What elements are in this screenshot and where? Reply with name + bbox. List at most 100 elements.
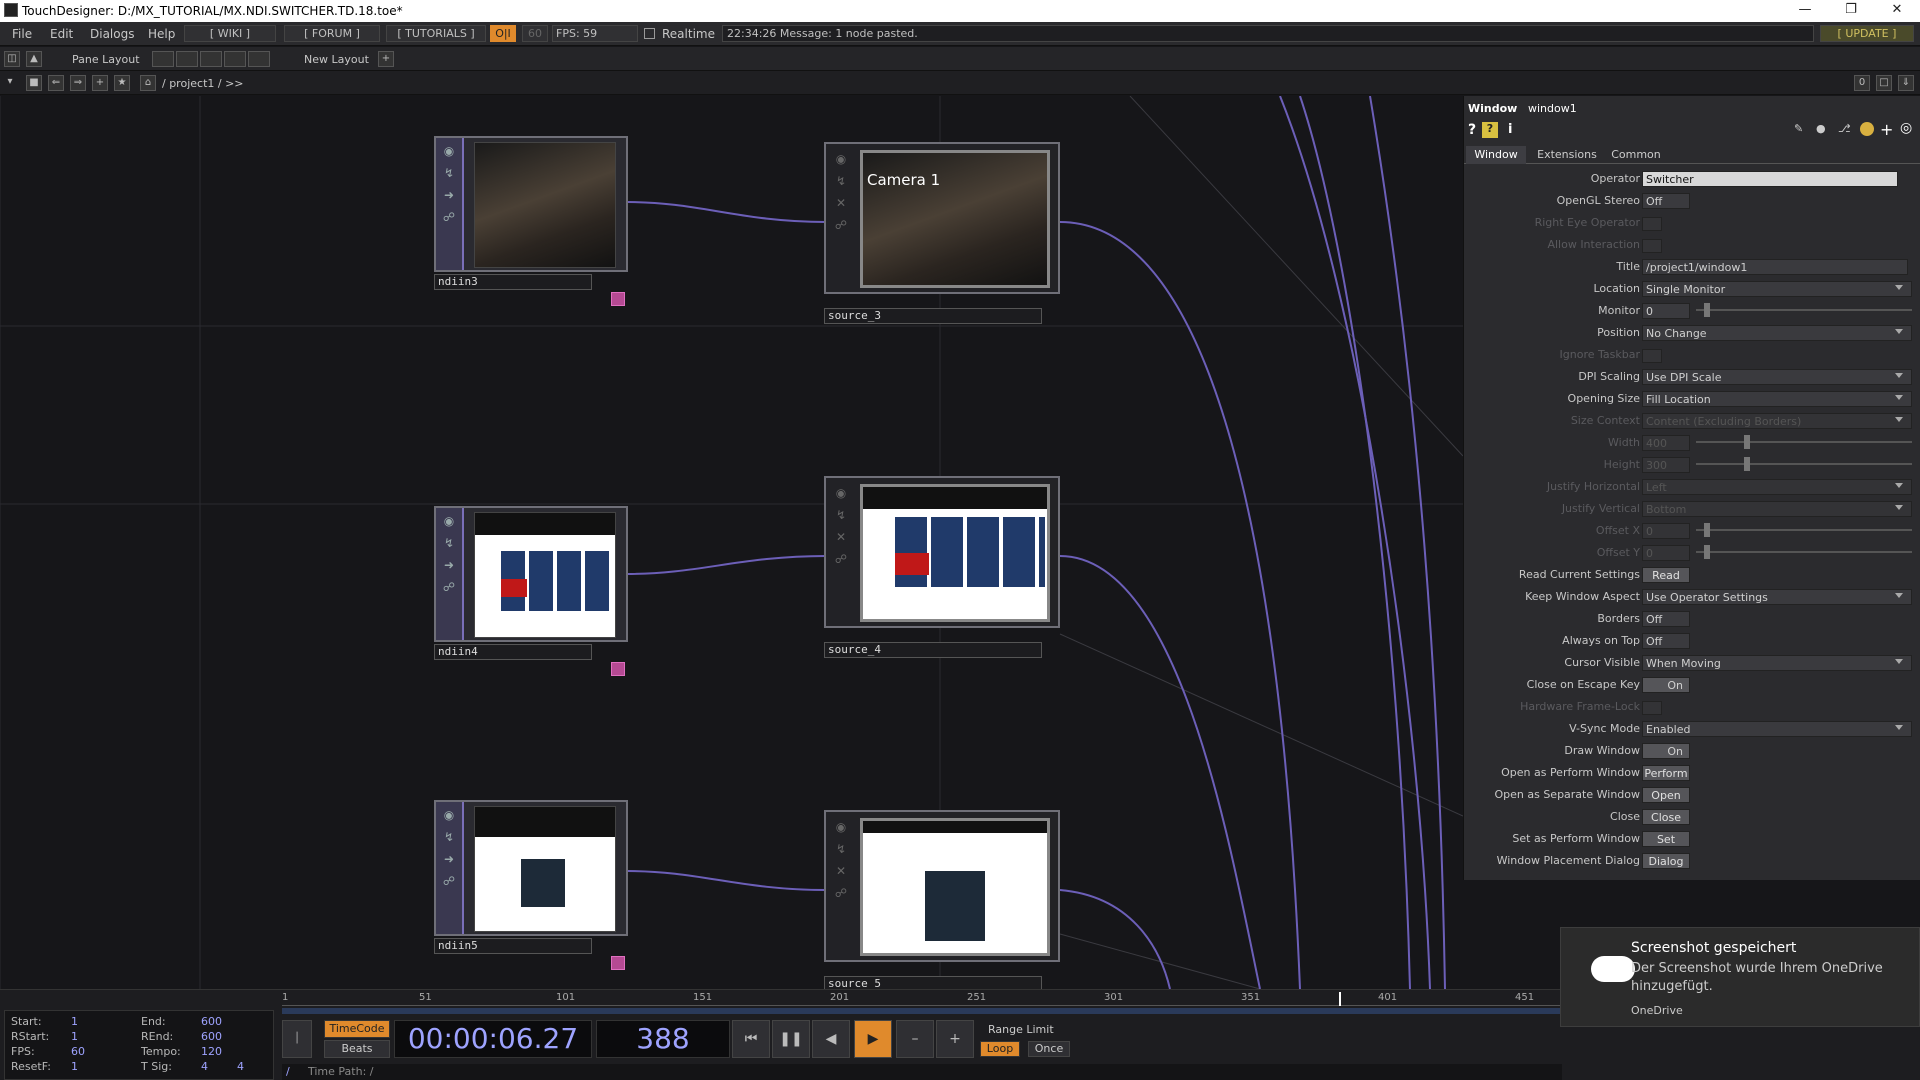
param-checkbox[interactable] [1642, 349, 1662, 363]
param-dropdown[interactable]: When Moving [1642, 655, 1912, 671]
layout-split-h-icon[interactable] [200, 51, 222, 67]
tsig-b[interactable]: 4 [237, 1060, 244, 1073]
param-field[interactable]: /project1/window1 [1642, 259, 1908, 275]
param-slider[interactable] [1696, 303, 1912, 317]
help-icon[interactable]: ? [1468, 122, 1476, 138]
lock-icon[interactable]: ☍ [440, 872, 458, 890]
viewer-icon[interactable]: ◉ [832, 818, 850, 836]
close-icon[interactable]: ✕ [832, 194, 850, 212]
ndiin5-node[interactable]: ◉ ↯ ➜ ☍ [434, 800, 628, 936]
op-name[interactable]: window1 [1528, 102, 1577, 115]
param-button[interactable]: Dialog [1642, 853, 1690, 869]
onedrive-toast[interactable]: Screenshot gespeichert Der Screenshot wu… [1560, 927, 1920, 1027]
restore-button[interactable]: ❐ [1828, 0, 1874, 22]
home-pane-icon[interactable]: ▲ [26, 51, 42, 67]
param-checkbox[interactable] [1642, 217, 1662, 231]
param-toggle[interactable]: Off [1642, 633, 1690, 649]
layout-single-icon[interactable] [152, 51, 174, 67]
param-slider[interactable] [1696, 435, 1912, 449]
pause-icon[interactable]: ❚❚ [772, 1020, 810, 1058]
bypass-icon[interactable]: ↯ [832, 506, 850, 524]
param-number[interactable]: 0 [1642, 523, 1690, 539]
menu-edit[interactable]: Edit [50, 27, 73, 41]
add-icon[interactable]: + [1880, 120, 1893, 139]
bypass-icon[interactable]: ↯ [440, 164, 458, 182]
param-toggle[interactable]: Off [1642, 193, 1690, 209]
python-icon[interactable] [1860, 122, 1874, 136]
fps-value[interactable]: 60 [71, 1045, 85, 1058]
param-toggle[interactable]: On [1642, 743, 1690, 759]
source-5-label[interactable]: source_5 [824, 976, 1042, 989]
breadcrumb[interactable]: / project1 / >> [162, 77, 244, 90]
once-toggle[interactable]: Once [1028, 1041, 1070, 1057]
slider-knob[interactable] [1704, 545, 1710, 559]
info-icon[interactable]: i [1508, 122, 1512, 137]
param-toggle[interactable]: On [1642, 677, 1690, 693]
step-back-icon[interactable]: ◀ [812, 1020, 850, 1058]
download-icon[interactable]: ⇓ [1898, 75, 1914, 91]
param-button[interactable]: Set [1642, 831, 1690, 847]
timeline-ruler[interactable]: 1 51 101 151 201 251 301 351 401 451 [282, 992, 1562, 1006]
bypass-icon[interactable]: ↯ [832, 172, 850, 190]
beats-toggle[interactable]: Beats [324, 1040, 390, 1058]
playhead[interactable] [1339, 992, 1341, 1006]
display-icon[interactable]: ➜ [440, 556, 458, 574]
chevron-down-icon[interactable]: ▾ [2, 75, 18, 91]
source-5-node[interactable]: ◉ ↯ ✕ ☍ [824, 810, 1060, 962]
pane-icon[interactable]: ◫ [4, 51, 20, 67]
rstart-value[interactable]: 1 [71, 1030, 78, 1043]
menu-file[interactable]: File [12, 27, 32, 41]
play-icon[interactable]: ▶ [854, 1020, 892, 1058]
rewind-icon[interactable]: ⏮ [732, 1020, 770, 1058]
target-icon[interactable]: ◎ [1900, 120, 1912, 136]
forum-link[interactable]: [ FORUM ] [284, 25, 380, 42]
viewer-icon[interactable]: ◉ [440, 806, 458, 824]
param-dropdown[interactable]: Content (Excluding Borders) [1642, 413, 1912, 429]
network-editor[interactable]: ◉ ↯ ➜ ☍ ndiin3 ◉ ↯ ➜ ☍ ndiin4 ◉ ↯ ➜ ☍ nd… [0, 96, 1463, 989]
source-4-node[interactable]: ◉ ↯ ✕ ☍ [824, 476, 1060, 628]
plus-icon[interactable]: + [936, 1020, 974, 1058]
home-icon[interactable]: ⌂ [140, 75, 156, 91]
ndiin3-node[interactable]: ◉ ↯ ➜ ☍ [434, 136, 628, 272]
menu-help[interactable]: Help [148, 27, 175, 41]
viewer-icon[interactable]: ◉ [440, 142, 458, 160]
stop-icon[interactable]: ■ [26, 75, 42, 91]
close-icon[interactable]: ✕ [832, 862, 850, 880]
back-icon[interactable]: ⇐ [48, 75, 64, 91]
param-slider[interactable] [1696, 457, 1912, 471]
param-slider[interactable] [1696, 523, 1912, 537]
param-dropdown[interactable]: Enabled [1642, 721, 1912, 737]
start-value[interactable]: 1 [71, 1015, 78, 1028]
rend-value[interactable]: 600 [201, 1030, 222, 1043]
ndiin3-flag-icon[interactable] [611, 292, 625, 306]
source-3-label[interactable]: source_3 [824, 308, 1042, 324]
new-layout-label[interactable]: New Layout [304, 53, 369, 66]
lock-icon[interactable]: ☍ [832, 884, 850, 902]
tutorials-link[interactable]: [ TUTORIALS ] [386, 25, 486, 42]
pencil-icon[interactable]: ✎ [1794, 122, 1803, 135]
param-button[interactable]: Perform [1642, 765, 1690, 781]
slider-knob[interactable] [1704, 523, 1710, 537]
param-button[interactable]: Close [1642, 809, 1690, 825]
param-dropdown[interactable]: Use DPI Scale [1642, 369, 1912, 385]
close-icon[interactable]: ✕ [832, 528, 850, 546]
add-layout-icon[interactable]: + [378, 51, 394, 67]
tab-window[interactable]: Window [1466, 146, 1526, 164]
timeline-expand-icon[interactable]: │ [282, 1020, 312, 1058]
source-3-node[interactable]: ◉ ↯ ✕ ☍ Camera 1 [824, 142, 1060, 294]
display-icon[interactable]: ➜ [440, 186, 458, 204]
layout-split-v-icon[interactable] [176, 51, 198, 67]
forward-icon[interactable]: ⇒ [70, 75, 86, 91]
slider-knob[interactable] [1744, 435, 1750, 449]
param-number[interactable]: 300 [1642, 457, 1690, 473]
tab-extensions[interactable]: Extensions [1530, 146, 1604, 164]
tempo-value[interactable]: 120 [201, 1045, 222, 1058]
param-checkbox[interactable] [1642, 701, 1662, 715]
end-value[interactable]: 600 [201, 1015, 222, 1028]
bypass-icon[interactable]: ↯ [440, 534, 458, 552]
comment-icon[interactable]: ● [1816, 122, 1826, 135]
time-display[interactable]: 00:00:06.27 [394, 1020, 592, 1058]
ndiin5-flag-icon[interactable] [611, 956, 625, 970]
ndiin4-node[interactable]: ◉ ↯ ➜ ☍ [434, 506, 628, 642]
param-number[interactable]: 400 [1642, 435, 1690, 451]
